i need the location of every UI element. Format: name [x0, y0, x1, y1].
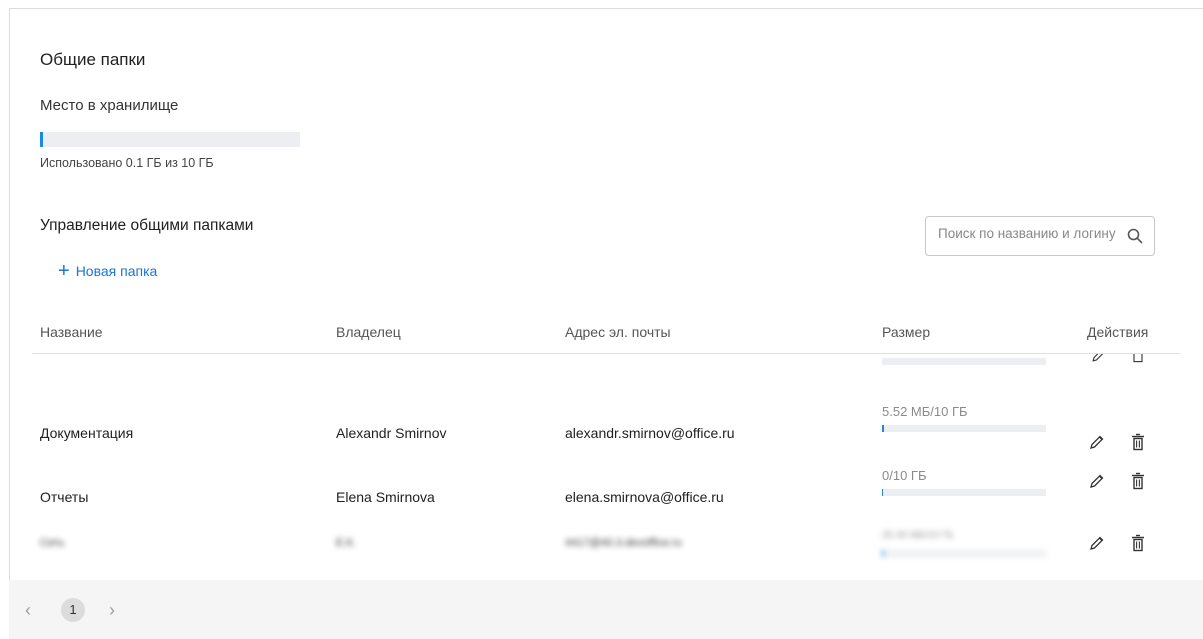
search-input[interactable] — [938, 226, 1128, 241]
folder-size-bar — [882, 425, 1046, 432]
folder-size-fill — [882, 489, 883, 496]
pagination-bar: ‹ 1 › — [9, 580, 1203, 639]
storage-progress-bar — [40, 132, 300, 147]
storage-used-text: Использовано 0.1 ГБ из 10 ГБ — [40, 156, 214, 170]
column-header-size[interactable]: Размер — [882, 324, 930, 340]
folder-size-fill — [882, 425, 884, 432]
folder-owner: Elena Smirnova — [336, 489, 435, 505]
chevron-right-icon[interactable]: › — [109, 600, 115, 621]
column-header-email[interactable]: Адрес эл. почты — [565, 324, 671, 340]
size-bar — [882, 358, 1046, 365]
folder-email: 4417@40.3.devoffice.ru — [565, 537, 682, 549]
page-title: Общие папки — [40, 50, 146, 69]
trash-icon[interactable] — [1128, 533, 1148, 553]
edit-icon[interactable] — [1090, 354, 1106, 364]
storage-label: Место в хранилище — [40, 97, 179, 114]
edit-icon[interactable] — [1087, 471, 1107, 491]
page-button-current[interactable]: 1 — [61, 598, 85, 622]
trash-icon[interactable] — [1130, 354, 1146, 364]
folder-name: Сеть — [40, 537, 65, 549]
column-header-name[interactable]: Название — [40, 324, 103, 340]
search-icon[interactable] — [1126, 227, 1144, 245]
folder-size-text: 0/10 ГБ — [882, 468, 927, 483]
trash-icon[interactable] — [1128, 432, 1148, 452]
manage-folders-title: Управление общими папками — [40, 217, 254, 234]
folder-size-fill — [882, 550, 884, 557]
storage-progress-fill — [40, 132, 43, 147]
folder-name: Документация — [40, 425, 134, 441]
column-header-owner[interactable]: Владелец — [336, 324, 401, 340]
edit-icon[interactable] — [1087, 533, 1107, 553]
folder-size-bar — [882, 489, 1046, 496]
folder-size-text: 5.52 МБ/10 ГБ — [882, 404, 968, 419]
table-row-partial — [32, 354, 1180, 370]
new-folder-button[interactable]: + Новая папка — [58, 261, 157, 281]
folder-owner: Alexandr Smirnov — [336, 425, 447, 441]
search-box[interactable] — [925, 216, 1155, 256]
new-folder-label: Новая папка — [75, 263, 158, 279]
folder-size-text: 25.45 МБ/10 ГБ — [882, 530, 954, 541]
plus-icon: + — [58, 260, 70, 282]
folder-name: Отчеты — [40, 489, 89, 505]
edit-icon[interactable] — [1087, 432, 1107, 452]
trash-icon[interactable] — [1128, 471, 1148, 491]
folder-email: elena.smirnova@office.ru — [565, 489, 724, 505]
chevron-left-icon[interactable]: ‹ — [25, 600, 31, 621]
folder-email: alexandr.smirnov@office.ru — [565, 425, 735, 441]
folder-owner: Е.К. — [336, 537, 356, 549]
folder-size-bar — [882, 550, 1046, 557]
column-header-actions: Действия — [1087, 324, 1149, 340]
